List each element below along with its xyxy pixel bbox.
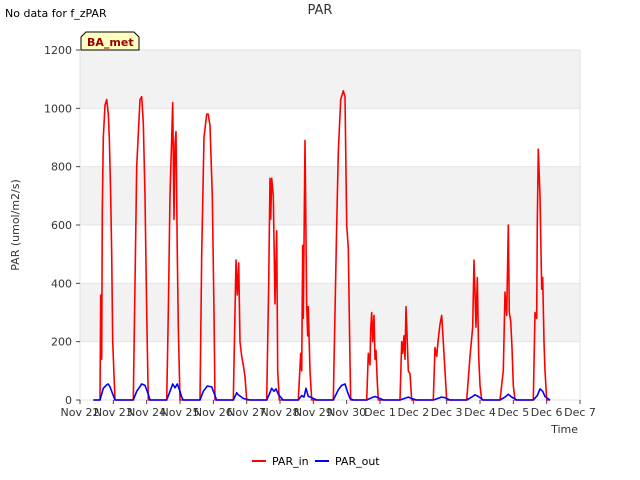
x-tick-label: Dec 4 [464,406,496,419]
legend-label: PAR_out [335,455,380,468]
chart-title: PAR [308,3,333,18]
band-3 [80,166,580,225]
y-tick-label: 600 [51,219,72,232]
band-5 [80,50,580,109]
x-tick-label: Dec 5 [497,406,529,419]
y-tick-label: 1000 [44,102,72,115]
par-chart: 020040060080010001200 Nov 22Nov 23Nov 24… [9,3,596,468]
x-tick-label: Dec 6 [531,406,563,419]
site-label-text: BA_met [87,36,134,49]
x-tick-label: Dec 3 [431,406,463,419]
y-tick-label: 400 [51,277,72,290]
series-line-par-in [93,90,550,401]
y-axis-ticks: 020040060080010001200 [44,44,80,407]
x-tick-label: Dec 1 [364,406,396,419]
x-tick-label: Dec 7 [564,406,596,419]
x-tick-label: Dec 2 [397,406,429,419]
y-axis-label: PAR (umol/m2/s) [9,179,22,271]
y-tick-label: 1200 [44,44,72,57]
legend: PAR_in PAR_out [252,455,380,468]
y-tick-label: 200 [51,336,72,349]
x-tick-label: Nov 30 [327,406,366,419]
y-tick-label: 800 [51,161,72,174]
x-axis-ticks: Nov 22Nov 23Nov 24Nov 25Nov 26Nov 27Nov … [61,400,596,419]
site-label-box: BA_met [80,31,140,51]
series-layer [93,90,551,401]
x-axis-label: Time [550,423,578,436]
legend-label: PAR_in [272,455,309,468]
